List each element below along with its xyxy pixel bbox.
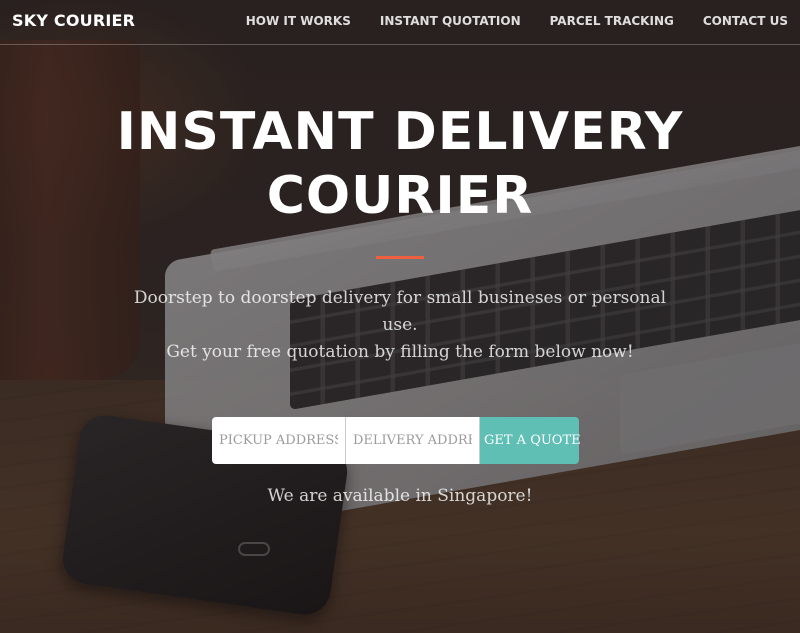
hero-section: INSTANT DELIVERY COURIER Doorstep to doo… — [0, 100, 800, 366]
availability-text: We are available in Singapore! — [267, 486, 533, 506]
nav-link-parcel-tracking[interactable]: PARCEL TRACKING — [550, 14, 674, 28]
hero-subtitle: Doorstep to doorstep delivery for small … — [120, 285, 680, 366]
hero-title-line1: INSTANT DELIVERY — [116, 102, 684, 162]
hero-title: INSTANT DELIVERY COURIER — [90, 100, 710, 228]
brand-logo-link[interactable]: SKY COURIER — [12, 11, 135, 30]
quote-form: GET A QUOTE — [212, 417, 581, 464]
navbar: SKY COURIER HOW IT WORKS INSTANT QUOTATI… — [0, 0, 800, 45]
nav-link-contact-us[interactable]: CONTACT US — [703, 14, 788, 28]
accent-divider — [376, 256, 424, 259]
delivery-address-input[interactable] — [346, 417, 480, 464]
nav-link-how-it-works[interactable]: HOW IT WORKS — [246, 14, 351, 28]
hero-subtitle-line1: Doorstep to doorstep delivery for small … — [133, 288, 667, 335]
pickup-address-input[interactable] — [212, 417, 346, 464]
hero-title-line2: COURIER — [266, 166, 534, 226]
get-a-quote-button[interactable]: GET A QUOTE — [480, 417, 581, 464]
nav-link-instant-quotation[interactable]: INSTANT QUOTATION — [380, 14, 521, 28]
hero-subtitle-line2: Get your free quotation by filling the f… — [166, 342, 634, 362]
nav-links: HOW IT WORKS INSTANT QUOTATION PARCEL TR… — [217, 14, 788, 28]
